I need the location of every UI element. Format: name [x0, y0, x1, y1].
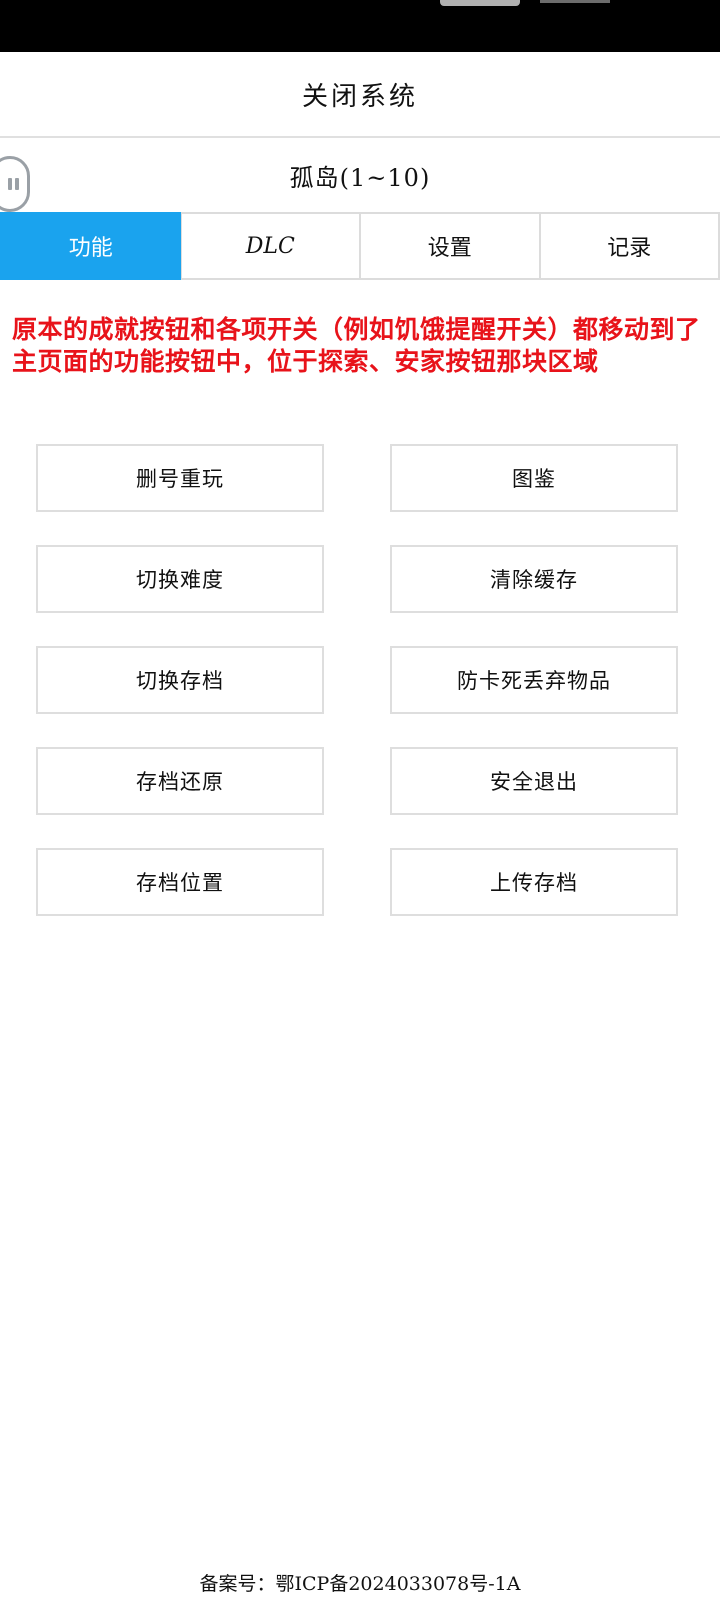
button-label: 存档还原 — [136, 770, 224, 794]
world-bar: 孤岛(1~10) — [0, 138, 720, 212]
button-label: 安全退出 — [490, 770, 578, 794]
status-bar — [0, 0, 720, 52]
status-indicator — [440, 0, 520, 6]
button-label: 清除缓存 — [490, 568, 578, 592]
tab-label: 记录 — [607, 236, 652, 261]
button-label: 图鉴 — [512, 467, 556, 491]
button-label: 上传存档 — [490, 871, 578, 895]
tab-dlc[interactable]: DLC — [180, 212, 360, 280]
tab-settings[interactable]: 设置 — [360, 212, 540, 280]
save-location-button[interactable]: 存档位置 — [36, 848, 324, 916]
button-label: 切换难度 — [136, 568, 224, 592]
tab-label: 功能 — [68, 236, 113, 261]
button-label: 删号重玩 — [136, 467, 224, 491]
upload-save-button[interactable]: 上传存档 — [390, 848, 678, 916]
encyclopedia-button[interactable]: 图鉴 — [390, 444, 678, 512]
safe-exit-button[interactable]: 安全退出 — [390, 747, 678, 815]
tab-bar: 功能 DLC 设置 记录 — [0, 212, 720, 280]
tab-label: 设置 — [427, 236, 472, 261]
status-icons — [540, 0, 610, 3]
world-name: 孤岛(1~10) — [289, 163, 431, 192]
icp-record-number: 备案号：鄂ICP备2024033078号-1A — [199, 1572, 521, 1595]
clear-cache-button[interactable]: 清除缓存 — [390, 545, 678, 613]
notice-text: 原本的成就按钮和各项开关（例如饥饿提醒开关）都移动到了主页面的功能按钮中，位于探… — [12, 315, 701, 376]
page-title[interactable]: 关闭系统 — [302, 76, 418, 113]
close-system-header[interactable]: 关闭系统 — [0, 52, 720, 138]
anti-freeze-discard-items-button[interactable]: 防卡死丢弃物品 — [390, 646, 678, 714]
icp-footer: 备案号：鄂ICP备2024033078号-1A — [0, 1564, 720, 1600]
switch-difficulty-button[interactable]: 切换难度 — [36, 545, 324, 613]
tab-functions[interactable]: 功能 — [0, 212, 181, 280]
button-label: 存档位置 — [136, 871, 224, 895]
restore-save-button[interactable]: 存档还原 — [36, 747, 324, 815]
button-label: 防卡死丢弃物品 — [457, 669, 611, 693]
delete-account-replay-button[interactable]: 删号重玩 — [36, 444, 324, 512]
switch-save-button[interactable]: 切换存档 — [36, 646, 324, 714]
button-label: 切换存档 — [136, 669, 224, 693]
tab-records[interactable]: 记录 — [539, 212, 720, 280]
tab-label: DLC — [245, 233, 295, 259]
